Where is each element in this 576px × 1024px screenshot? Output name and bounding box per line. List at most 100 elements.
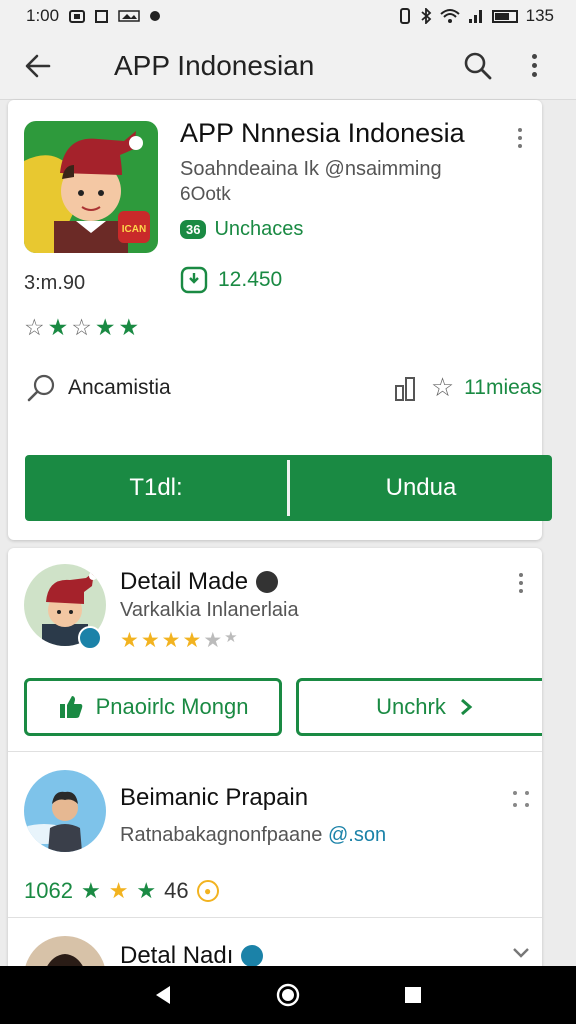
verified-badge-icon [241, 945, 264, 967]
star-outline-icon: ☆ [430, 372, 455, 402]
star-empty-icon: ★ [203, 629, 223, 652]
nav-home-button[interactable] [268, 975, 308, 1015]
list-item[interactable]: Detail Made Varkalkia Inlanerlaia ★ ★ ★ … [8, 548, 542, 752]
item-subtitle: Varkalkia Inlanerlaia [120, 599, 299, 621]
item-stat-row: 1062 ★ ★ ★ 46 ● [24, 878, 219, 904]
downloads-stat: 12.450 [180, 266, 282, 294]
item-expand-button[interactable] [506, 938, 536, 968]
app-name: APP Nnnesia Indonesia [180, 118, 465, 148]
item-rating-stars: ★ ★ ★ ★ ★ ★ [120, 628, 238, 653]
install-right-button[interactable]: Undua [290, 455, 552, 521]
content-badge: 36 [180, 220, 207, 239]
bar-chart-icon [394, 376, 415, 401]
thumbs-up-icon [59, 696, 82, 718]
vibrate-icon [399, 8, 410, 24]
app-bar: APP Indonesian [0, 32, 576, 100]
more-vert-icon [518, 128, 522, 132]
item-primary-button[interactable]: Pnaoirlc Mongn [24, 678, 282, 736]
star-outline-icon: ☆ [71, 314, 92, 340]
status-bar: 1:00 135 [0, 0, 576, 32]
item-stat-value: 46 [164, 878, 189, 903]
install-bar: T1dl: Undua [25, 455, 552, 521]
wifi-icon [439, 9, 460, 23]
item-subtitle-text: Ratnabakagnonfpaane [120, 824, 323, 846]
avatar [24, 936, 106, 968]
developer-subtitle: 6Ootk [180, 184, 231, 205]
item-name-text: Beimanic Prapain [120, 784, 309, 811]
download-icon [180, 266, 208, 294]
item-secondary-label: Unchrk [376, 694, 446, 719]
category-link[interactable]: Ancamistia [26, 372, 171, 404]
alarm-icon [69, 10, 86, 23]
star-icon: ★ [161, 629, 181, 652]
square-icon [95, 9, 109, 23]
status-left: 1:00 [26, 6, 161, 26]
signal-icon [468, 10, 482, 23]
app-detail-card: ICAN APP Nnnesia Indonesia Soahndeaina I… [8, 100, 552, 540]
star-outline-icon: ☆ [24, 314, 45, 340]
item-button-row: Pnaoirlc Mongn Unchrk [24, 678, 542, 736]
triangle-back-icon [155, 986, 170, 1004]
status-right: 135 [398, 6, 554, 26]
item-name-text: Detail Made [120, 568, 249, 595]
app-card-menu-button[interactable] [502, 120, 538, 156]
notification-dot-icon [150, 11, 161, 21]
developer-name[interactable]: Soahndeaina Ik @nsaimming [180, 158, 442, 181]
arrow-left-icon [25, 54, 51, 77]
item-menu-button[interactable] [506, 568, 536, 598]
nav-back-button[interactable] [143, 975, 183, 1015]
app-bar-actions [450, 38, 576, 94]
avatar [24, 770, 106, 852]
page-title: APP Indonesian [114, 49, 315, 81]
star-icon: ★ [80, 878, 101, 903]
list-item[interactable]: Beimanic Prapain Ratnabakagnonfpaane @.s… [8, 754, 542, 918]
search-icon [464, 52, 492, 79]
rank-label: 11mieas [464, 375, 542, 399]
chevron-right-icon [460, 698, 473, 716]
list-item[interactable]: Detal Nadı [8, 920, 542, 968]
star-icon: ★ [136, 878, 157, 903]
coin-icon: ● [196, 880, 219, 902]
photo-icon [118, 10, 140, 22]
info-badge-icon [256, 571, 279, 593]
star-half-icon: ★ [47, 314, 69, 340]
app-icon-sign: ICAN [122, 224, 146, 235]
chevron-down-icon [513, 948, 529, 958]
app-size: 3:m.90 [24, 272, 86, 294]
more-grid-icon [513, 791, 517, 795]
more-vert-icon [531, 54, 537, 59]
related-list-card: Detail Made Varkalkia Inlanerlaia ★ ★ ★ … [8, 548, 542, 968]
star-icon: ★ [120, 629, 139, 652]
star-icon: ★ [94, 314, 116, 340]
item-name-text: Detal Nadı [120, 942, 234, 968]
back-button[interactable] [0, 32, 76, 100]
item-menu-button[interactable] [506, 784, 536, 814]
square-recents-icon [405, 987, 422, 1003]
badge-row: 36 Unchaces [180, 218, 303, 241]
badge-label: Unchaces [214, 218, 304, 240]
star-empty-icon: ★ [224, 629, 238, 646]
more-vert-icon [519, 573, 523, 577]
avatar-image [24, 770, 106, 852]
item-secondary-button[interactable]: Unchrk [296, 678, 542, 736]
bluetooth-icon [421, 8, 431, 24]
verified-badge-icon [78, 626, 102, 650]
magnifier-icon [27, 374, 55, 402]
system-nav-bar [0, 966, 576, 1024]
search-button[interactable] [450, 38, 506, 94]
item-stat-count: 1062 [24, 878, 73, 903]
item-name: Detal Nadı [120, 942, 264, 968]
item-name: Beimanic Prapain [120, 784, 308, 812]
avatar-image [24, 936, 106, 968]
app-rating-stars: ☆ ★ ☆ ★ ★ [24, 314, 139, 341]
status-time: 1:00 [26, 6, 60, 25]
item-email-link[interactable]: @.son [328, 824, 386, 846]
install-left-button[interactable]: T1dl: [25, 455, 287, 521]
category-label: Ancamistia [68, 376, 171, 399]
nav-recents-button[interactable] [393, 975, 433, 1015]
rank-stat: ☆ 11mieas [393, 372, 542, 403]
app-icon[interactable]: ICAN [24, 121, 158, 253]
item-name: Detail Made [120, 568, 279, 596]
circle-home-icon [276, 983, 300, 1007]
more-options-button[interactable] [506, 38, 562, 94]
